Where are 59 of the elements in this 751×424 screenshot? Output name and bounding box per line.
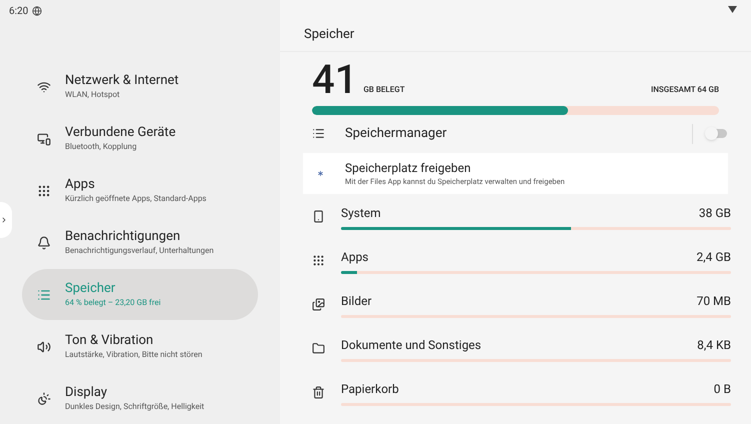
folder-icon: [312, 342, 325, 355]
wifi-icon: [36, 80, 50, 94]
manager-label: Speichermanager: [345, 125, 448, 144]
category-row[interactable]: System 38 GB: [280, 204, 751, 248]
signal-icon: [728, 6, 737, 14]
used-unit: GB BELEGT: [363, 84, 405, 96]
speaker-icon: [36, 340, 50, 354]
sidebar-item[interactable]: Verbundene Geräte Bluetooth, Kopplung: [22, 113, 258, 164]
category-size: 0 B: [714, 380, 731, 398]
category-label: Dokumente und Sonstiges: [341, 336, 482, 354]
category-label: Papierkorb: [341, 380, 399, 398]
item-title: Verbundene Geräte: [65, 124, 176, 140]
used-amount: 41: [312, 62, 358, 98]
item-subtitle: Dunkles Design, Schriftgröße, Helligkeit: [65, 400, 204, 412]
category-label: Bilder: [341, 292, 372, 310]
trash-icon: [312, 386, 325, 399]
category-size: 8,4 KB: [697, 336, 731, 354]
item-title: Apps: [65, 176, 96, 192]
category-row[interactable]: Dokumente und Sonstiges 8,4 KB: [280, 336, 751, 380]
devices-icon: [36, 132, 50, 146]
brightness-icon: [36, 392, 50, 406]
total-capacity: INSGESAMT 64 GB: [650, 84, 719, 96]
sidebar-item[interactable]: Netzwerk & Internet WLAN, Hotspot: [22, 61, 258, 112]
globe-icon: [32, 6, 42, 16]
category-row[interactable]: Bilder 70 MB: [280, 292, 751, 336]
sidebar-item[interactable]: Display Dunkles Design, Schriftgröße, Helligkeit: [22, 373, 258, 424]
category-row[interactable]: Papierkorb 0 B: [280, 380, 751, 424]
sidebar-item[interactable]: Apps Kürzlich geöffnete Apps, Standard-Apps: [22, 165, 258, 216]
item-title: Ton & Vibration: [65, 332, 154, 348]
category-size: 38 GB: [698, 204, 731, 222]
free-up-title: Speicherplatz freigeben: [345, 160, 472, 176]
bell-icon: [36, 236, 50, 250]
item-subtitle: Lautstärke, Vibration, Bitte nicht stören: [65, 348, 202, 360]
item-subtitle: Bluetooth, Kopplung: [65, 140, 138, 152]
item-title: Benachrichtigungen: [65, 228, 182, 244]
list-icon: [36, 288, 50, 302]
grid-icon: [312, 254, 325, 267]
item-subtitle: WLAN, Hotspot: [65, 88, 121, 100]
category-label: Apps: [341, 248, 368, 266]
sidebar-item[interactable]: Ton & Vibration Lautstärke, Vibration, Bitte nicht stören: [22, 321, 258, 372]
category-size: 70 MB: [696, 292, 731, 310]
item-subtitle: Kürzlich geöffnete Apps, Standard-Apps: [65, 192, 206, 204]
status-time: 6:20: [9, 4, 28, 18]
grid-icon: [36, 184, 50, 198]
item-subtitle: Benachrichtigungsverlauf, Unterhaltungen: [65, 244, 214, 256]
images-icon: [312, 298, 325, 311]
category-size: 2,4 GB: [696, 248, 731, 266]
category-label: System: [341, 204, 381, 222]
phone-icon: [312, 210, 325, 223]
item-title: Netzwerk & Internet: [65, 72, 179, 88]
manager-toggle[interactable]: [707, 129, 727, 138]
category-row[interactable]: Apps 2,4 GB: [280, 248, 751, 292]
sidebar-item[interactable]: Benachrichtigungen Benachrichtigungsverlauf, Unterhaltungen: [22, 217, 258, 268]
list-icon: [312, 127, 325, 140]
asterisk-icon: [316, 169, 325, 178]
page-title: Speicher: [304, 26, 354, 44]
item-subtitle: 64 % belegt – 23,20 GB frei: [65, 296, 161, 308]
item-title: Display: [65, 384, 108, 400]
item-title: Speicher: [65, 280, 116, 296]
